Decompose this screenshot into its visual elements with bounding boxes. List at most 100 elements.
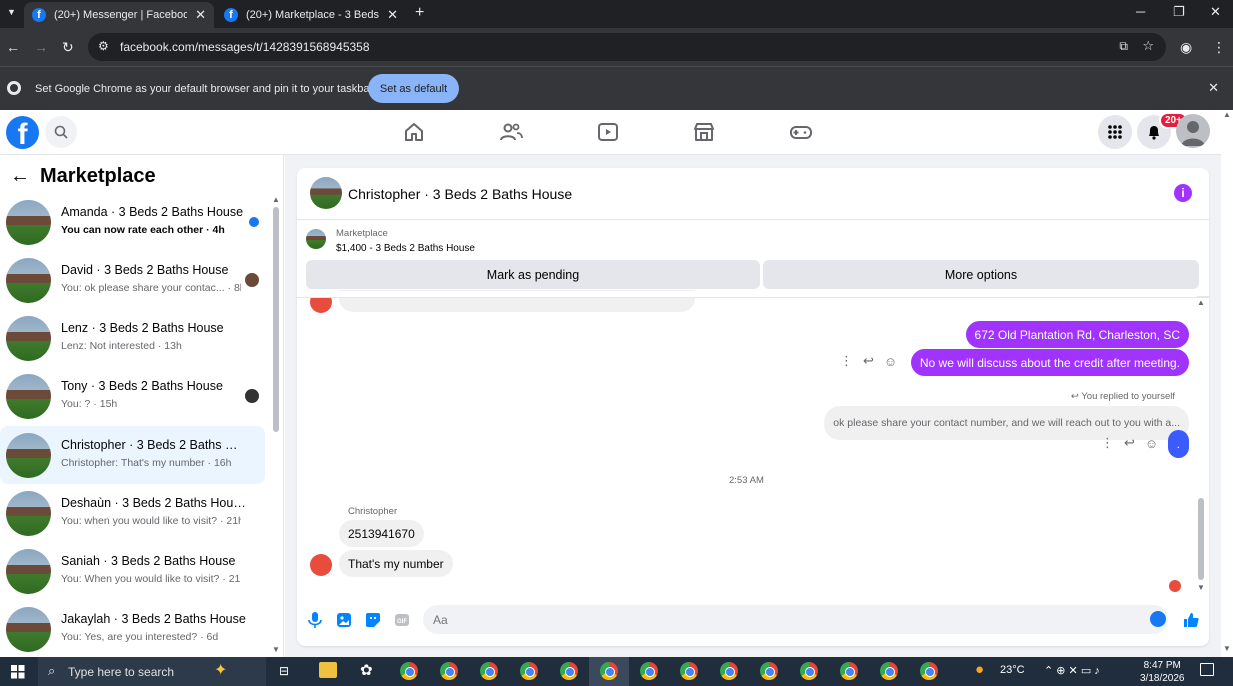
- info-icon[interactable]: i: [1174, 184, 1192, 202]
- friends-icon[interactable]: [499, 120, 523, 144]
- house-thumbnail: [6, 200, 51, 245]
- mark-as-pending-button[interactable]: Mark as pending: [306, 260, 760, 289]
- chrome-app-icon[interactable]: [840, 662, 858, 680]
- chrome-app-icon[interactable]: [800, 662, 818, 680]
- url-field[interactable]: ⚙ facebook.com/messages/t/14283915689453…: [88, 33, 1166, 61]
- task-view-icon[interactable]: ⊟: [279, 664, 289, 678]
- message-bubble-outgoing[interactable]: No we will discuss about the credit afte…: [910, 349, 1189, 376]
- message-bubble-outgoing[interactable]: 672 Old Plantation Rd, Charleston, SC: [965, 321, 1189, 348]
- house-thumbnail[interactable]: [310, 177, 342, 209]
- chrome-app-icon[interactable]: [600, 662, 618, 680]
- scroll-up-icon[interactable]: ▲: [272, 195, 280, 204]
- chrome-app-icon[interactable]: [440, 662, 458, 680]
- conversation-item[interactable]: Amanda · 3 Beds 2 Baths House You can no…: [0, 193, 265, 251]
- scroll-down-icon[interactable]: ▼: [272, 645, 280, 654]
- photo-icon[interactable]: [335, 611, 353, 629]
- back-arrow-icon[interactable]: ←: [10, 165, 30, 188]
- emoji-icon[interactable]: [1150, 611, 1166, 627]
- temperature[interactable]: 23°C: [1000, 664, 1025, 676]
- chat-scrollbar[interactable]: [1198, 498, 1204, 580]
- message-bubble-incoming[interactable]: That's my number: [339, 550, 453, 577]
- conversation-item-active[interactable]: Christopher · 3 Beds 2 Baths Ho... Chris…: [0, 426, 265, 484]
- chrome-app-icon[interactable]: [680, 662, 698, 680]
- chrome-app-icon[interactable]: [560, 662, 578, 680]
- react-emoji-icon[interactable]: ☺: [884, 354, 897, 369]
- more-icon[interactable]: ⋮: [1101, 435, 1114, 451]
- scroll-down-icon[interactable]: ▼: [1223, 644, 1231, 653]
- chrome-app-icon[interactable]: [760, 662, 778, 680]
- scroll-up-icon[interactable]: ▲: [1197, 298, 1205, 307]
- message-bubble-outgoing[interactable]: .: [1167, 430, 1189, 458]
- back-icon[interactable]: ←: [6, 39, 20, 55]
- conversation-item[interactable]: Jakaylah · 3 Beds 2 Baths House You: Yes…: [0, 600, 265, 657]
- new-tab-button[interactable]: +: [415, 4, 424, 22]
- minimize-icon[interactable]: ─: [1136, 4, 1145, 19]
- search-button[interactable]: [45, 116, 77, 148]
- more-icon[interactable]: ⋮: [840, 353, 853, 369]
- react-emoji-icon[interactable]: ☺: [1145, 436, 1158, 451]
- chrome-menu-icon[interactable]: ⋮: [1212, 39, 1226, 56]
- taskbar-search[interactable]: ⌕ Type here to search ✦: [38, 657, 266, 686]
- bookmark-star-icon[interactable]: ☆: [1142, 38, 1154, 54]
- chrome-app-icon[interactable]: [480, 662, 498, 680]
- sidebar-scrollbar[interactable]: [273, 207, 279, 432]
- close-infobar-icon[interactable]: ✕: [1208, 80, 1219, 96]
- tab-search-icon[interactable]: ▼: [7, 7, 16, 17]
- system-tray-icons[interactable]: ⌃ ⊕ ✕ ▭ ♪: [1044, 664, 1100, 677]
- video-icon[interactable]: [596, 120, 620, 144]
- close-tab-icon[interactable]: ✕: [195, 7, 206, 23]
- sender-avatar[interactable]: [310, 554, 332, 576]
- reload-icon[interactable]: ↻: [62, 39, 74, 56]
- close-window-icon[interactable]: ✕: [1210, 4, 1221, 20]
- site-info-icon[interactable]: ⚙: [98, 39, 109, 53]
- tab-marketplace[interactable]: f (20+) Marketplace - 3 Beds 2 B ✕: [216, 2, 406, 28]
- conversation-item[interactable]: Deshaùn · 3 Beds 2 Baths House You: when…: [0, 484, 265, 542]
- chrome-app-icon[interactable]: [640, 662, 658, 680]
- conversation-item[interactable]: Lenz · 3 Beds 2 Baths House Lenz: Not in…: [0, 309, 265, 367]
- conversation-item[interactable]: Tony · 3 Beds 2 Baths House You: ? · 15h: [0, 367, 265, 425]
- notification-center-icon[interactable]: [1200, 663, 1214, 676]
- set-default-button[interactable]: Set as default: [368, 74, 459, 103]
- chat-title[interactable]: Christopher · 3 Beds 2 Baths House: [348, 186, 572, 202]
- chrome-app-icon[interactable]: [920, 662, 938, 680]
- message-bubble-incoming[interactable]: 2513941670: [339, 520, 424, 547]
- marketplace-icon[interactable]: [692, 120, 716, 144]
- forward-icon[interactable]: →: [34, 39, 48, 55]
- clock[interactable]: 8:47 PM 3/18/2026: [1140, 659, 1185, 685]
- facebook-logo-icon[interactable]: f: [6, 116, 39, 149]
- message-actions: ⋮ ↩ ☺: [1101, 435, 1158, 451]
- scroll-down-icon[interactable]: ▼: [1197, 583, 1205, 592]
- install-app-icon[interactable]: ⧉: [1119, 39, 1128, 54]
- chrome-app-icon[interactable]: [400, 662, 418, 680]
- reply-icon[interactable]: ↩: [1124, 435, 1135, 451]
- like-thumb-icon[interactable]: [1182, 611, 1200, 629]
- conversation-item[interactable]: David · 3 Beds 2 Baths House You: ok ple…: [0, 251, 265, 309]
- tab-messenger[interactable]: f (20+) Messenger | Facebook ✕: [24, 2, 214, 28]
- page-scrollbar[interactable]: ▲ ▼: [1221, 110, 1233, 657]
- chrome-app-icon[interactable]: [520, 662, 538, 680]
- message-input[interactable]: [423, 605, 1168, 634]
- start-button[interactable]: [0, 657, 36, 686]
- account-avatar[interactable]: [1176, 114, 1210, 148]
- seen-avatar: [245, 389, 259, 403]
- gif-icon[interactable]: GIF: [393, 611, 411, 629]
- menu-button[interactable]: [1098, 115, 1132, 149]
- profile-icon[interactable]: ◉: [1180, 39, 1192, 56]
- user-silhouette-icon: [1181, 121, 1205, 146]
- chrome-app-icon[interactable]: [880, 662, 898, 680]
- close-tab-icon[interactable]: ✕: [387, 7, 398, 23]
- restore-icon[interactable]: ❐: [1173, 4, 1185, 20]
- reply-icon[interactable]: ↩: [863, 353, 874, 369]
- weather-icon[interactable]: ●: [975, 661, 984, 678]
- chrome-app-icon[interactable]: [720, 662, 738, 680]
- svg-text:GIF: GIF: [397, 619, 407, 625]
- gaming-icon[interactable]: [789, 120, 813, 144]
- more-options-button[interactable]: More options: [763, 260, 1199, 289]
- conversation-item[interactable]: Saniah · 3 Beds 2 Baths House You: When …: [0, 542, 265, 600]
- file-explorer-icon[interactable]: [319, 662, 337, 678]
- microphone-icon[interactable]: [306, 611, 324, 629]
- sticker-icon[interactable]: [364, 611, 382, 629]
- scroll-up-icon[interactable]: ▲: [1223, 110, 1231, 119]
- app-icon[interactable]: ✿: [360, 661, 373, 679]
- home-icon[interactable]: [402, 120, 426, 144]
